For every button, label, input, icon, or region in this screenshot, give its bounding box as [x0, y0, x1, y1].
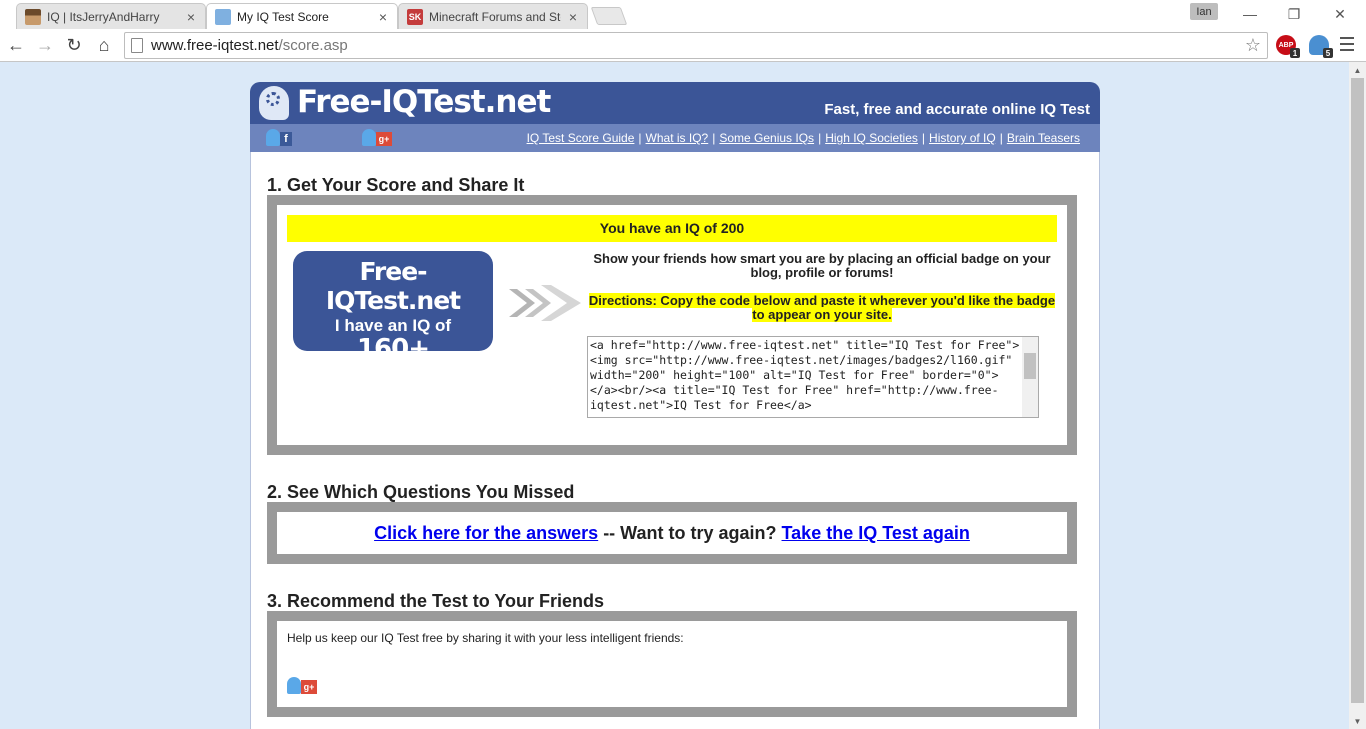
nav-link-what-is-iq[interactable]: What is IQ?	[646, 131, 709, 145]
new-tab-button[interactable]	[590, 7, 628, 25]
recommend-googleplus-button[interactable]: g+	[287, 677, 317, 694]
site-container: Free-IQTest.net Fast, free and accurate …	[250, 82, 1100, 729]
adblock-plus-icon[interactable]: ABP 1	[1276, 35, 1300, 58]
bookmark-star-icon[interactable]: ☆	[1245, 35, 1261, 56]
iq-score-banner: You have an IQ of 200	[287, 215, 1057, 242]
reload-icon[interactable]: ↻	[62, 33, 86, 57]
tab-close-icon[interactable]: ×	[377, 9, 389, 25]
minecraft-head-icon	[25, 8, 41, 25]
answers-link[interactable]: Click here for the answers	[374, 523, 598, 543]
site-header: Free-IQTest.net Fast, free and accurate …	[250, 82, 1100, 124]
url-host: www.free-iqtest.net	[151, 37, 279, 54]
ghost-icon	[287, 677, 301, 694]
googleplus-icon: g+	[301, 680, 317, 694]
browser-tab-iq-score[interactable]: My IQ Test Score ×	[206, 3, 398, 29]
ghost-icon	[362, 129, 376, 146]
address-bar[interactable]: www.free-iqtest.net/score.asp ☆	[124, 32, 1268, 59]
scroll-down-arrow-icon[interactable]: ▼	[1349, 713, 1366, 729]
restore-icon[interactable]: ❐	[1284, 4, 1304, 24]
back-arrow-icon[interactable]: ←	[4, 33, 28, 57]
scroll-thumb[interactable]	[1351, 78, 1364, 703]
nav-link-history-of-iq[interactable]: History of IQ	[929, 131, 996, 145]
answers-box: Click here for the answers -- Want to tr…	[267, 502, 1077, 564]
tab-close-icon[interactable]: ×	[567, 9, 579, 25]
badge-site-name: Free-IQTest.net	[325, 257, 461, 315]
nav-separator: |	[818, 131, 822, 145]
answers-line: Click here for the answers -- Want to tr…	[277, 512, 1067, 554]
badge-iq-value: 160+	[356, 334, 430, 364]
ghost-icon	[266, 129, 280, 146]
nav-separator: |	[712, 131, 716, 145]
tab-title: My IQ Test Score	[237, 9, 329, 24]
code-scroll-thumb[interactable]	[1024, 353, 1036, 379]
tab-title: IQ | ItsJerryAndHarry	[47, 9, 160, 24]
section2-heading: 2. See Which Questions You Missed	[267, 482, 575, 502]
browser-tabstrip: IQ | ItsJerryAndHarry × My IQ Test Score…	[0, 0, 1366, 29]
directions-highlight: Directions: Copy the code below and past…	[588, 293, 1056, 322]
nav-separator: |	[999, 131, 1003, 145]
browser-tab-minecraft-forums[interactable]: SK Minecraft Forums and Stor ×	[398, 3, 588, 29]
googleplus-icon: g+	[376, 132, 392, 146]
site-nav-links: IQ Test Score Guide | What is IQ? | Some Gen…	[527, 131, 1080, 145]
facebook-share-button[interactable]: f	[266, 129, 292, 147]
site-subnav: f g+ IQ Test Score Guide | What is IQ? | Som…	[250, 124, 1100, 152]
nav-link-high-iq-societies[interactable]: High IQ Societies	[825, 131, 918, 145]
directions-text: Directions: Copy the code below and past…	[587, 293, 1057, 322]
section3-heading: 3. Recommend the Test to Your Friends	[267, 591, 605, 611]
googleplus-share-button[interactable]: g+	[362, 129, 392, 147]
brain-head-logo-icon[interactable]	[259, 86, 289, 120]
nav-link-genius-iqs[interactable]: Some Genius IQs	[719, 131, 814, 145]
try-again-text: -- Want to try again?	[598, 523, 782, 543]
share-instructions: Show your friends how smart you are by p…	[593, 251, 1051, 280]
site-body: 1. Get Your Score and Share It You have …	[250, 152, 1100, 729]
badge-caption: I have an IQ of	[334, 316, 452, 335]
tab-close-icon[interactable]: ×	[185, 9, 197, 25]
forward-arrow-icon[interactable]: →	[33, 33, 57, 57]
page-scrollbar[interactable]: ▲ ▼	[1349, 62, 1366, 729]
double-arrow-icon	[509, 285, 581, 321]
site-tagline: Fast, free and accurate online IQ Test	[824, 101, 1090, 118]
ghostery-icon[interactable]: 5	[1309, 35, 1333, 58]
badge-code-textarea[interactable]: <a href="http://www.free-iqtest.net" tit…	[587, 336, 1039, 418]
tab-title: Minecraft Forums and Stor	[429, 9, 561, 24]
url-path: /score.asp	[278, 37, 348, 54]
site-title[interactable]: Free-IQTest.net	[297, 84, 551, 120]
scroll-up-arrow-icon[interactable]: ▲	[1349, 62, 1366, 78]
nav-separator: |	[638, 131, 642, 145]
recommend-box: Help us keep our IQ Test free by sharing…	[267, 611, 1077, 717]
browser-tab-itsjerryandharry[interactable]: IQ | ItsJerryAndHarry ×	[16, 3, 206, 29]
home-icon[interactable]: ⌂	[92, 33, 116, 57]
retake-test-link[interactable]: Take the IQ Test again	[782, 523, 970, 543]
sk-icon: SK	[407, 8, 423, 25]
menu-icon[interactable]	[1340, 37, 1354, 51]
facebook-icon: f	[280, 132, 292, 146]
browser-toolbar: ← → ↻ ⌂ www.free-iqtest.net/score.asp ☆ …	[0, 29, 1366, 62]
code-scrollbar[interactable]	[1022, 337, 1038, 417]
abp-count: 1	[1290, 48, 1300, 58]
profile-button[interactable]: Ian	[1190, 3, 1218, 20]
page-icon	[131, 38, 143, 53]
section1-heading: 1. Get Your Score and Share It	[267, 175, 525, 195]
nav-link-score-guide[interactable]: IQ Test Score Guide	[527, 131, 635, 145]
score-box: You have an IQ of 200 Free-IQTest.net I …	[267, 195, 1077, 455]
score-box-inner: You have an IQ of 200 Free-IQTest.net I …	[277, 205, 1067, 445]
recommend-text: Help us keep our IQ Test free by sharing…	[287, 631, 684, 645]
answers-box-inner: Click here for the answers -- Want to tr…	[277, 512, 1067, 554]
window-close-icon[interactable]: ✕	[1330, 4, 1350, 24]
iq-badge-image: Free-IQTest.net I have an IQ of 160+	[293, 251, 493, 364]
nav-link-brain-teasers[interactable]: Brain Teasers	[1007, 131, 1080, 145]
nav-separator: |	[921, 131, 926, 145]
recommend-box-inner: Help us keep our IQ Test free by sharing…	[277, 621, 1067, 707]
ghostery-count: 5	[1323, 48, 1333, 58]
minimize-icon[interactable]: —	[1240, 4, 1260, 24]
ghost-icon	[215, 8, 231, 25]
